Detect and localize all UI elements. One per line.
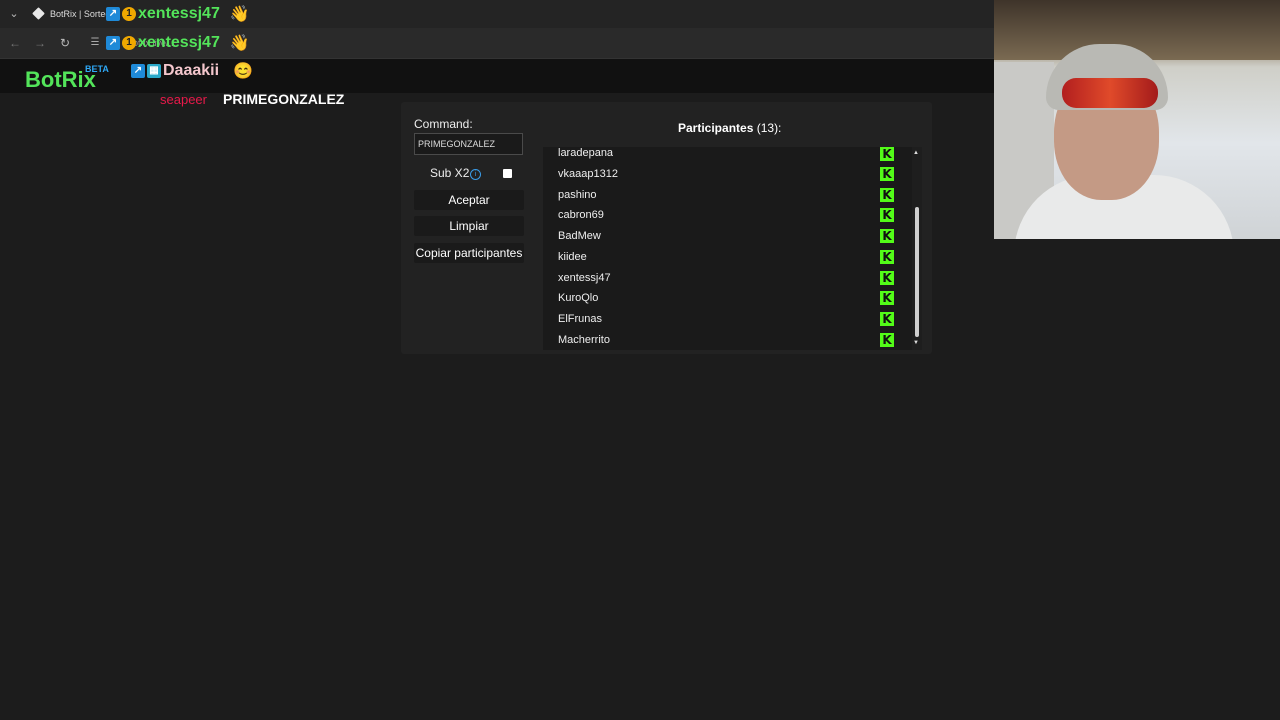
kick-icon: K [880, 250, 894, 264]
kick-icon: K [880, 188, 894, 202]
chat-line: ↗ ▦ Daaakii 😊 [131, 61, 253, 81]
kick-icon: K [880, 312, 894, 326]
copy-participants-button[interactable]: Copiar participantes [414, 243, 524, 263]
mod-badge-icon: ↗ [106, 7, 120, 21]
participants-count: (13): [756, 121, 782, 135]
scrollbar-thumb[interactable] [915, 207, 919, 337]
participants-heading: Participantes [678, 121, 754, 135]
chat-username: xentessj47 [138, 5, 220, 22]
reload-icon[interactable]: ↻ [57, 35, 73, 51]
sub-badge-icon: 1 [122, 36, 136, 50]
mod-badge-icon: ↗ [131, 64, 145, 78]
participants-title: Participantes (13): [678, 121, 781, 135]
participant-name: xentessj47 [558, 272, 611, 284]
kick-icon: K [880, 333, 894, 347]
site-info-icon[interactable]: ☰ [88, 36, 102, 50]
participants-list[interactable]: laradepana K vkaaap1312 K pashino K cabr… [543, 147, 912, 350]
participant-name: BadMew [558, 230, 601, 242]
previous-winner: seapeer [160, 92, 207, 107]
sub-x2-checkbox[interactable] [503, 169, 512, 178]
info-icon[interactable]: i [470, 169, 481, 180]
participant-name: kiidee [558, 251, 587, 263]
clear-button[interactable]: Limpiar [414, 216, 524, 236]
kick-icon: K [880, 229, 894, 243]
mod-badge-icon: ↗ [106, 36, 120, 50]
tab-list-chevron-icon[interactable]: ⌄ [6, 6, 22, 22]
chat-emote: 👋 [229, 6, 250, 23]
participant-name: vkaaap1312 [558, 168, 618, 180]
kick-icon: K [880, 147, 894, 161]
browser-tab[interactable]: BotRix | Sorteos [30, 4, 115, 26]
gift-badge-icon: ▦ [147, 64, 161, 78]
chat-username: Daaakii [163, 62, 220, 79]
participant-name: pashino [558, 189, 597, 201]
webcam-feed [994, 0, 1280, 239]
sub-x2-label: Sub X2 [430, 166, 470, 180]
participant-name: KuroQlo [558, 292, 599, 304]
participant-name: laradepana [558, 147, 614, 159]
kick-icon: K [880, 167, 894, 181]
chat-username: xentessj47 [138, 34, 220, 51]
participant-name: Macherrito [558, 334, 610, 346]
kick-icon: K [880, 291, 894, 305]
sub-badge-icon: 1 [122, 7, 136, 21]
chat-line: ↗ 1 xentessj47 👋 [106, 33, 250, 53]
scroll-down-arrow-icon[interactable]: ▼ [913, 340, 919, 346]
kick-icon: K [880, 208, 894, 222]
webcam-sunglasses [1062, 78, 1158, 108]
participant-name: ElFrunas [558, 313, 603, 325]
accept-button[interactable]: Aceptar [414, 190, 524, 210]
chat-line: ↗ 1 xentessj47 👋 [106, 4, 250, 24]
beta-label: BETA [85, 64, 109, 74]
winner-name: PRIMEGONZALEZ [223, 91, 345, 107]
participant-name: cabron69 [558, 209, 604, 221]
botrix-favicon-icon [32, 7, 45, 20]
forward-arrow-icon[interactable]: → [32, 35, 48, 51]
back-arrow-icon[interactable]: ← [7, 35, 23, 51]
command-label: Command: [414, 117, 473, 131]
chat-emote: 👋 [229, 35, 250, 52]
scroll-up-arrow-icon[interactable]: ▲ [913, 150, 919, 156]
kick-icon: K [880, 271, 894, 285]
chat-emote: 😊 [233, 63, 253, 80]
command-input[interactable] [414, 133, 523, 155]
